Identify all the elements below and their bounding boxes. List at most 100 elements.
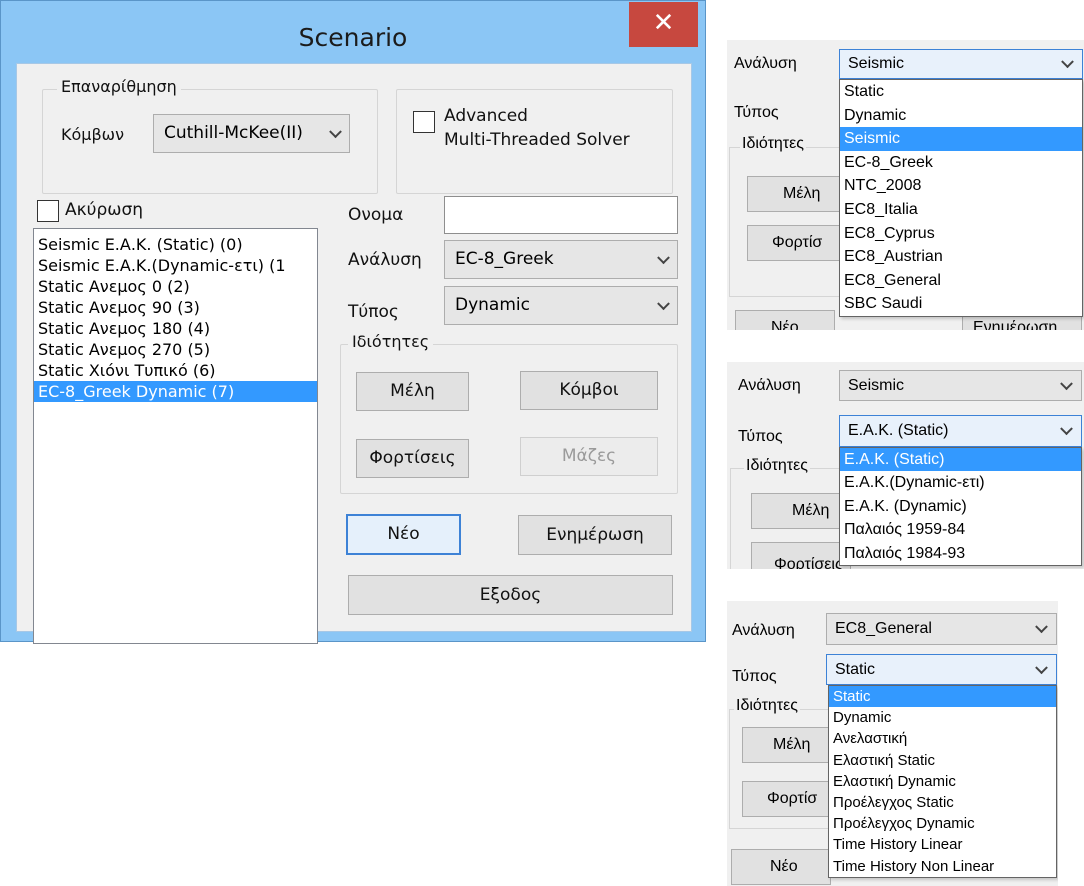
ec8-type-option[interactable]: Προέλεγχος Dynamic: [829, 813, 1056, 834]
analysis-option[interactable]: EC8_Italia: [840, 198, 1082, 222]
analysis-option-selected[interactable]: Seismic: [840, 127, 1082, 151]
ec8-type-option[interactable]: Ελαστική Dynamic: [829, 771, 1056, 792]
type-label: Τύπος: [732, 668, 777, 685]
chevron-down-icon: [1035, 660, 1048, 674]
nodes-renumber-select[interactable]: Cuthill-McKee(II): [153, 114, 350, 153]
properties-group-title: Ιδιότητες: [348, 332, 434, 351]
type-select[interactable]: Dynamic: [444, 286, 678, 325]
scenario-dialog: Scenario ✕ Επαναρίθμηση Κόμβων Cuthill-M…: [0, 0, 706, 644]
members-button[interactable]: Μέλη: [356, 372, 469, 411]
seismic-type-dropdown-panel: Ανάλυση Seismic Τύπος E.A.K. (Static) Ιδ…: [727, 362, 1084, 569]
new-button[interactable]: Νέο: [346, 514, 461, 555]
analysis-label: Ανάλυση: [738, 377, 801, 394]
dialog-client-area: Επαναρίθμηση Κόμβων Cuthill-McKee(II) Ad…: [16, 63, 692, 644]
new-button[interactable]: Νέο: [735, 310, 835, 330]
scenario-list-item[interactable]: Static Ανεμος 270 (5): [34, 339, 317, 360]
seismic-type-option[interactable]: Παλαιός 1959-84: [840, 518, 1081, 541]
scenario-list-item[interactable]: Static Ανεμος 90 (3): [34, 297, 317, 318]
chevron-down-icon: [1060, 422, 1073, 436]
type-select-value: E.A.K. (Static): [848, 422, 949, 439]
type-label: Τύπος: [734, 104, 779, 121]
scenario-list-item[interactable]: Static Ανεμος 180 (4): [34, 318, 317, 339]
analysis-option[interactable]: EC8_Austrian: [840, 245, 1082, 269]
advanced-solver-checkbox[interactable]: [413, 111, 435, 133]
members-button[interactable]: Μέλη: [742, 727, 832, 763]
properties-group-title: Ιδιότητες: [740, 135, 806, 153]
masses-button[interactable]: Μάζες: [520, 437, 658, 476]
ec8-type-dropdown-list[interactable]: Static Dynamic Ανελαστική Ελαστική Static Ελ…: [828, 685, 1057, 878]
close-icon: ✕: [652, 8, 675, 38]
advanced-solver-label-line2: Multi-Threaded Solver: [444, 130, 630, 150]
analysis-dropdown-panel: Ανάλυση Seismic Τύπος Ιδιότητες Μέλη Φορ…: [727, 40, 1084, 330]
ec8-type-option[interactable]: Προέλεγχος Static: [829, 792, 1056, 813]
ec8-type-option[interactable]: Time History Non Linear: [829, 856, 1056, 877]
analysis-option[interactable]: Dynamic: [840, 104, 1082, 128]
scenario-list-item[interactable]: Seismic Ε.Α.Κ.(Dynamic-ετι) (1: [34, 255, 317, 276]
chevron-down-icon: [657, 296, 670, 310]
properties-group-title: Ιδιότητες: [744, 457, 810, 475]
scenario-list[interactable]: Seismic Ε.Α.Κ. (Static) (0) Seismic Ε.Α.Κ…: [33, 228, 318, 644]
chevron-down-icon: [329, 124, 342, 138]
name-label: Ονομα: [348, 205, 404, 225]
type-select-value: Dynamic: [455, 295, 530, 315]
ec8-type-option[interactable]: Time History Linear: [829, 834, 1056, 855]
loads-button[interactable]: Φορτίσ: [742, 781, 832, 817]
scenario-list-item-selected[interactable]: EC-8_Greek Dynamic (7): [34, 381, 317, 402]
analysis-select-value: EC8_General: [835, 620, 932, 637]
seismic-type-option[interactable]: E.A.K.(Dynamic-ετι): [840, 471, 1081, 494]
loads-button[interactable]: Φορτίσεις: [751, 542, 851, 569]
analysis-select-value: Seismic: [848, 377, 905, 394]
analysis-option[interactable]: NTC_2008: [840, 174, 1082, 198]
seismic-type-dropdown-list[interactable]: E.A.K. (Static) E.A.K.(Dynamic-ετι) E.A.K.…: [839, 447, 1082, 566]
exit-button[interactable]: Εξοδος: [348, 575, 673, 615]
type-label: Τύπος: [738, 428, 783, 445]
dialog-title: Scenario: [298, 23, 408, 52]
renumber-group-title: Επαναρίθμηση: [57, 77, 181, 96]
analysis-dropdown-list[interactable]: Static Dynamic Seismic EC-8_Greek NTC_2008 EC…: [839, 79, 1083, 317]
seismic-type-option[interactable]: E.A.K. (Dynamic): [840, 495, 1081, 518]
analysis-label: Ανάλυση: [732, 622, 795, 639]
nodes-button[interactable]: Κόμβοι: [520, 371, 658, 410]
analysis-option[interactable]: SBC Saudi: [840, 292, 1082, 316]
analysis-select-value: EC-8_Greek: [455, 249, 554, 269]
chevron-down-icon: [1060, 376, 1073, 390]
members-button[interactable]: Μέλη: [751, 493, 851, 529]
name-input[interactable]: [444, 196, 678, 234]
seismic-type-option[interactable]: Παλαιός 1984-93: [840, 542, 1081, 565]
chevron-down-icon: [1061, 55, 1074, 69]
type-select[interactable]: E.A.K. (Static): [839, 415, 1082, 447]
analysis-select[interactable]: EC-8_Greek: [444, 240, 678, 279]
analysis-select[interactable]: Seismic: [839, 49, 1083, 79]
type-label: Τύπος: [348, 302, 399, 322]
scenario-list-item[interactable]: Static Ανεμος 0 (2): [34, 276, 317, 297]
scenario-list-item[interactable]: Seismic Ε.Α.Κ. (Static) (0): [34, 234, 317, 255]
nodes-renumber-value: Cuthill-McKee(II): [164, 123, 303, 143]
analysis-option[interactable]: EC8_General: [840, 269, 1082, 293]
analysis-select-value: Seismic: [848, 55, 905, 72]
properties-group: [729, 147, 849, 297]
analysis-select[interactable]: EC8_General: [826, 613, 1057, 645]
loads-button[interactable]: Φορτίσεις: [356, 439, 469, 478]
analysis-label: Ανάλυση: [348, 250, 422, 270]
ec8-type-option-selected[interactable]: Static: [829, 686, 1056, 708]
chevron-down-icon: [1035, 620, 1048, 634]
close-button[interactable]: ✕: [629, 2, 698, 47]
scenario-list-item[interactable]: Static Χιόνι Τυπικό (6): [34, 360, 317, 381]
ec8-type-option[interactable]: Ελαστική Static: [829, 750, 1056, 771]
ec8-type-option[interactable]: Dynamic: [829, 707, 1056, 728]
analysis-select[interactable]: Seismic: [839, 370, 1082, 401]
ec8-type-option[interactable]: Ανελαστική: [829, 728, 1056, 749]
analysis-option[interactable]: EC-8_Greek: [840, 151, 1082, 175]
update-button[interactable]: Ενημέρωση: [518, 515, 672, 555]
loads-button[interactable]: Φορτίσ: [747, 225, 847, 261]
cancel-checkbox-label: Ακύρωση: [65, 200, 144, 220]
analysis-option[interactable]: EC8_Cyprus: [840, 222, 1082, 246]
cancel-checkbox[interactable]: [37, 200, 59, 222]
nodes-label: Κόμβων: [61, 125, 125, 144]
type-select[interactable]: Static: [826, 654, 1057, 685]
analysis-option[interactable]: Static: [840, 80, 1082, 104]
seismic-type-option-selected[interactable]: E.A.K. (Static): [840, 448, 1081, 472]
new-button[interactable]: Νέο: [731, 849, 831, 885]
advanced-solver-label-line1: Advanced: [444, 106, 528, 126]
members-button[interactable]: Μέλη: [747, 176, 847, 212]
